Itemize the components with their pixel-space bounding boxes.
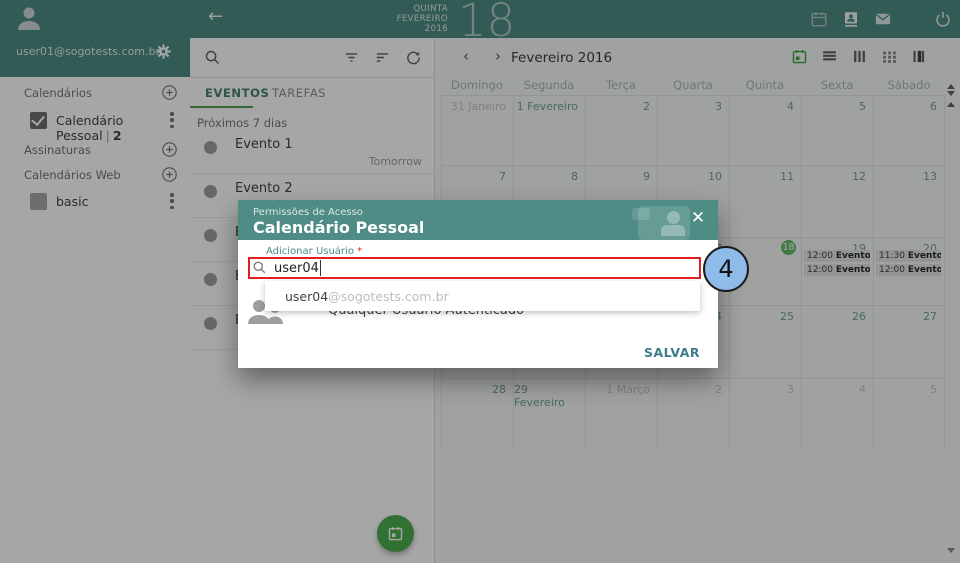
search-icon (252, 260, 267, 275)
add-user-input[interactable] (274, 258, 674, 278)
access-permissions-dialog: Permissões de Acesso Calendário Pessoal … (238, 200, 718, 368)
add-user-field (250, 258, 700, 278)
annotation-step-circle: 4 (703, 246, 749, 292)
dialog-title: Calendário Pessoal (253, 218, 424, 237)
sogo-calendar-app: user01@sogotests.com.br Calendários Cale… (0, 0, 960, 563)
text-caret (320, 260, 321, 276)
autocomplete-suggestion[interactable]: user04@sogotests.com.br (265, 281, 700, 311)
add-user-label: Adicionar Usuário * (266, 246, 362, 257)
close-icon[interactable]: ✕ (688, 208, 708, 228)
save-button[interactable]: SALVAR (644, 345, 700, 360)
dialog-kicker: Permissões de Acesso (253, 207, 363, 218)
dialog-header: Permissões de Acesso Calendário Pessoal … (238, 200, 718, 240)
contact-card-watermark-icon (638, 206, 690, 240)
